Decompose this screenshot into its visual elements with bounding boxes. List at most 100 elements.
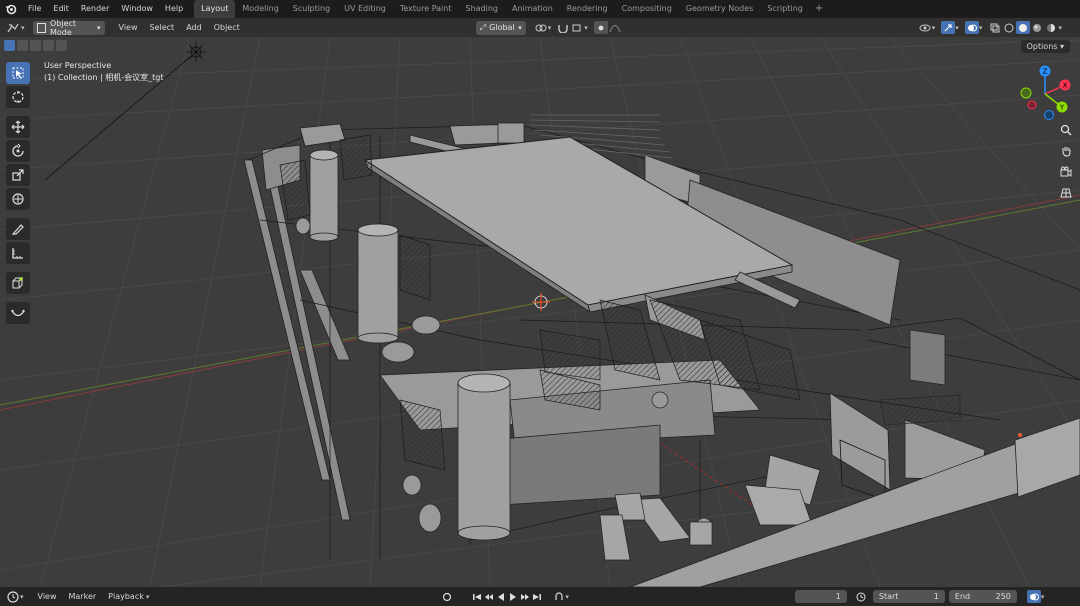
camera-view-icon[interactable] xyxy=(1056,162,1076,182)
play-icon[interactable] xyxy=(507,591,519,603)
header-menu-select[interactable]: Select xyxy=(144,23,181,32)
proportional-edit-icon[interactable] xyxy=(593,21,608,34)
scene-canvas[interactable] xyxy=(0,37,1080,587)
tab-compositing[interactable]: Compositing xyxy=(615,0,679,18)
xray-toggle-icon[interactable] xyxy=(988,21,1002,34)
tab-shading[interactable]: Shading xyxy=(458,0,505,18)
column-2 xyxy=(357,223,399,344)
jump-keyframe-back-icon[interactable] xyxy=(483,591,495,603)
jump-start-icon[interactable] xyxy=(471,591,483,603)
current-frame-value: 1 xyxy=(835,592,841,601)
select-mode-new-icon[interactable] xyxy=(4,40,15,51)
tab-scripting[interactable]: Scripting xyxy=(760,0,810,18)
chevron-down-icon: ▾ xyxy=(547,23,552,32)
end-frame-field[interactable]: End 250 xyxy=(948,590,1017,603)
blender-logo-icon[interactable] xyxy=(4,2,18,16)
scale-tool-icon[interactable] xyxy=(5,164,30,186)
keying-set-icon[interactable] xyxy=(553,591,565,603)
add-cube-tool-icon[interactable] xyxy=(5,272,30,294)
object-type-visibility-icon[interactable] xyxy=(918,21,932,34)
move-tool-icon[interactable] xyxy=(5,116,30,138)
menu-render[interactable]: Render xyxy=(75,0,115,18)
header-menu-add[interactable]: Add xyxy=(180,23,208,32)
collection-label: (1) Collection | 相机-会议室_tgt xyxy=(44,73,164,82)
left-toolbar xyxy=(4,61,31,325)
chevron-down-icon: ▾ xyxy=(565,592,569,601)
falloff-icon[interactable] xyxy=(608,21,622,34)
chevron-down-icon: ▾ xyxy=(1059,42,1064,51)
annotate-tool-icon[interactable] xyxy=(5,218,30,240)
select-mode-invert-icon[interactable] xyxy=(43,40,54,51)
selected-origin xyxy=(1018,433,1022,437)
3d-viewport[interactable]: User Perspective (1) Collection | 相机-会议室… xyxy=(0,37,1080,587)
editor-type-icon[interactable] xyxy=(6,21,20,34)
tab-sculpting[interactable]: Sculpting xyxy=(286,0,337,18)
cursor-tool-icon[interactable] xyxy=(5,86,30,108)
tab-geometry-nodes[interactable]: Geometry Nodes xyxy=(679,0,760,18)
perspective-grid-icon[interactable] xyxy=(1056,183,1076,203)
pivot-point-icon[interactable] xyxy=(534,21,548,34)
shading-material-icon[interactable] xyxy=(1030,21,1044,34)
mode-label: Object Mode xyxy=(49,18,77,37)
timeline-view-overlay-icon[interactable] xyxy=(1026,590,1041,603)
select-tool-icon[interactable] xyxy=(5,62,30,84)
timeline-menu-view[interactable]: View xyxy=(32,592,63,601)
snap-icon[interactable] xyxy=(556,21,570,34)
tab-modeling[interactable]: Modeling xyxy=(235,0,285,18)
chevron-down-icon: ▾ xyxy=(21,23,25,32)
navigation-gizmo[interactable]: Z X Y xyxy=(1012,61,1078,127)
start-label: Start xyxy=(878,592,899,601)
tab-layout[interactable]: Layout xyxy=(194,0,236,18)
chevron-down-icon: ▾ xyxy=(584,23,588,32)
chevron-down-icon: ▾ xyxy=(931,23,936,32)
menu-window[interactable]: Window xyxy=(115,0,159,18)
tab-rendering[interactable]: Rendering xyxy=(560,0,615,18)
zoom-icon[interactable] xyxy=(1056,120,1076,140)
mode-dropdown[interactable]: Object Mode ▾ xyxy=(32,18,105,37)
play-reverse-icon[interactable] xyxy=(495,591,507,603)
transform-tool-icon[interactable] xyxy=(5,188,30,210)
jump-keyframe-forward-icon[interactable] xyxy=(519,591,531,603)
curve-tool-icon[interactable] xyxy=(5,302,30,324)
shading-wireframe-icon[interactable] xyxy=(1002,21,1016,34)
measure-tool-icon[interactable] xyxy=(5,242,30,264)
select-mode-strip xyxy=(4,40,69,51)
pan-hand-icon[interactable] xyxy=(1056,141,1076,161)
current-frame-field[interactable]: 1 xyxy=(794,590,847,603)
add-workspace-button[interactable]: + xyxy=(810,0,828,18)
select-mode-extend-icon[interactable] xyxy=(17,40,28,51)
auto-keying-icon[interactable] xyxy=(441,591,453,603)
timeline-menu-playback[interactable]: Playback xyxy=(102,592,150,601)
timeline-editor-icon[interactable] xyxy=(6,590,20,603)
rotate-tool-icon[interactable] xyxy=(5,140,30,162)
shading-rendered-icon[interactable] xyxy=(1044,21,1058,34)
chevron-down-icon: ▾ xyxy=(1058,23,1062,32)
timeline-menu-marker[interactable]: Marker xyxy=(63,592,103,601)
shading-solid-icon[interactable] xyxy=(1016,21,1031,34)
viewport-header: ▾ Object Mode ▾ View Select Add Object ⤢… xyxy=(0,18,1080,37)
chevron-down-icon: ▾ xyxy=(518,23,522,32)
gizmo-neg-y xyxy=(1020,87,1032,99)
select-mode-subtract-icon[interactable] xyxy=(30,40,41,51)
menu-file[interactable]: File xyxy=(22,0,47,18)
chevron-down-icon: ▾ xyxy=(20,592,24,601)
start-frame-field[interactable]: Start 1 xyxy=(872,590,945,603)
header-menu-object[interactable]: Object xyxy=(208,23,246,32)
jump-end-icon[interactable] xyxy=(531,591,543,603)
overlays-toggle-icon[interactable] xyxy=(964,21,979,34)
menu-help[interactable]: Help xyxy=(159,0,189,18)
snap-target-icon[interactable] xyxy=(570,21,584,34)
chevron-down-icon: ▾ xyxy=(97,23,101,32)
timeline-bar: ▾ View Marker Playback ▾ ▾ 1 Start 1 End… xyxy=(0,587,1080,606)
select-mode-intersect-icon[interactable] xyxy=(56,40,67,51)
tab-texture-paint[interactable]: Texture Paint xyxy=(393,0,459,18)
tab-uv-editing[interactable]: UV Editing xyxy=(337,0,393,18)
transform-orientation-dropdown[interactable]: ⤢ Global ▾ xyxy=(475,20,526,35)
tab-animation[interactable]: Animation xyxy=(505,0,560,18)
menu-edit[interactable]: Edit xyxy=(47,0,75,18)
start-value: 1 xyxy=(933,592,939,601)
options-dropdown[interactable]: Options ▾ xyxy=(1020,40,1070,53)
preview-range-clock-icon[interactable] xyxy=(855,591,867,603)
header-menu-view[interactable]: View xyxy=(113,23,144,32)
gizmo-toggle-icon[interactable] xyxy=(941,21,956,34)
